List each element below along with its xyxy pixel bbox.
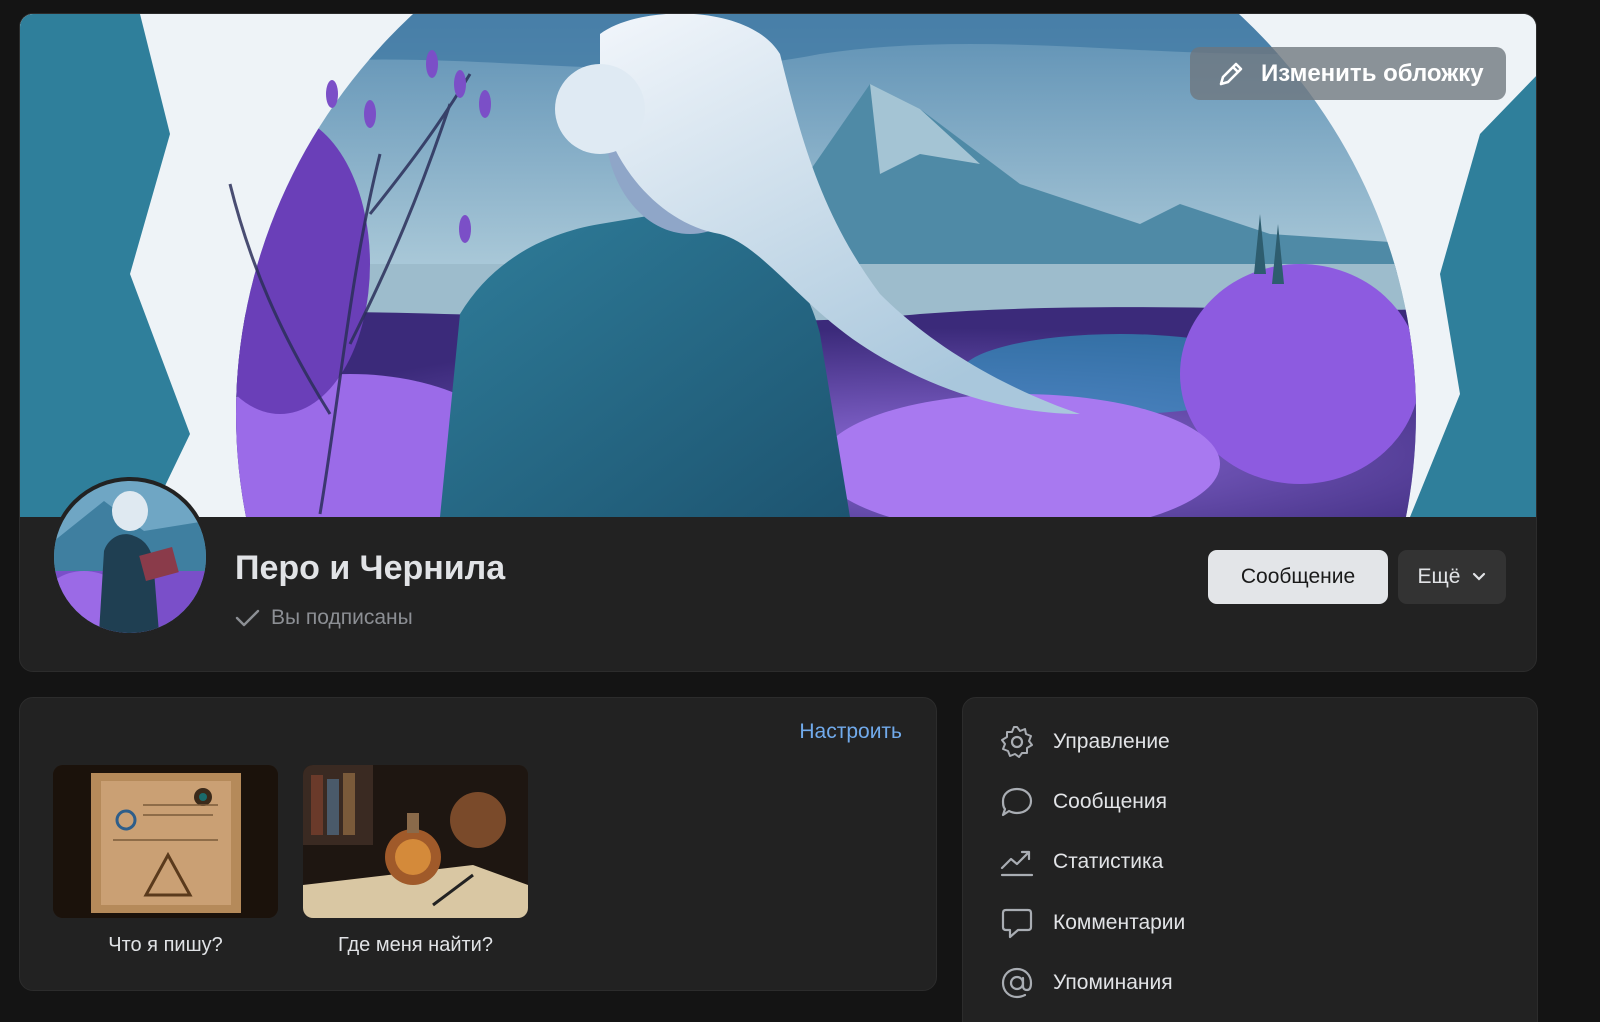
menu-item-comments[interactable]: Комментарии [999,903,1185,943]
menu-item-manage[interactable]: Управление [999,722,1170,762]
group-title: Перо и Чернила [235,549,506,587]
edit-cover-button[interactable]: Изменить обложку [1190,47,1506,100]
pinned-item-label: Где меня найти? [338,934,493,956]
menu-item-label: Управление [1053,730,1170,753]
menu-item-messages[interactable]: Сообщения [999,782,1167,822]
chevron-down-icon [1472,572,1486,582]
menu-item-statistics[interactable]: Статистика [999,842,1163,882]
more-button[interactable]: Ещё [1398,550,1506,604]
checkmark-icon [233,604,261,632]
comment-icon [999,905,1035,941]
pinned-links-card: Настроить Что я пишу? Где меня найти? [19,697,937,991]
more-label: Ещё [1417,565,1461,588]
gear-icon [999,724,1035,760]
menu-item-label: Упоминания [1053,971,1173,994]
avatar-illustration [54,481,206,633]
subscription-status[interactable]: Вы подписаны [233,604,413,632]
menu-item-label: Сообщения [1053,790,1167,813]
pinned-item-label: Что я пишу? [108,934,223,956]
message-button[interactable]: Сообщение [1208,550,1388,604]
at-sign-icon [999,965,1035,1001]
chat-bubble-icon [999,784,1035,820]
cover-image: Изменить обложку [20,14,1536,517]
configure-link[interactable]: Настроить [799,720,902,744]
menu-item-mentions[interactable]: Упоминания [999,963,1173,1003]
pinned-item-thumbnail [303,765,528,918]
pinned-item-where-to-find-me[interactable]: Где меня найти? [303,765,528,957]
subscription-label: Вы подписаны [271,606,413,629]
pinned-item-thumbnail [53,765,278,918]
profile-header-card: Изменить обложку Перо и Чернила Вы подпи… [19,13,1537,672]
admin-menu-card: Управление Сообщения Статистика Коммента… [962,697,1538,1022]
menu-item-label: Комментарии [1053,911,1186,934]
edit-cover-label: Изменить обложку [1261,59,1484,87]
pencil-icon [1215,58,1247,90]
avatar[interactable] [50,477,210,637]
pinned-item-what-i-write[interactable]: Что я пишу? [53,765,278,957]
menu-item-label: Статистика [1053,850,1164,873]
stats-chart-icon [999,844,1035,880]
